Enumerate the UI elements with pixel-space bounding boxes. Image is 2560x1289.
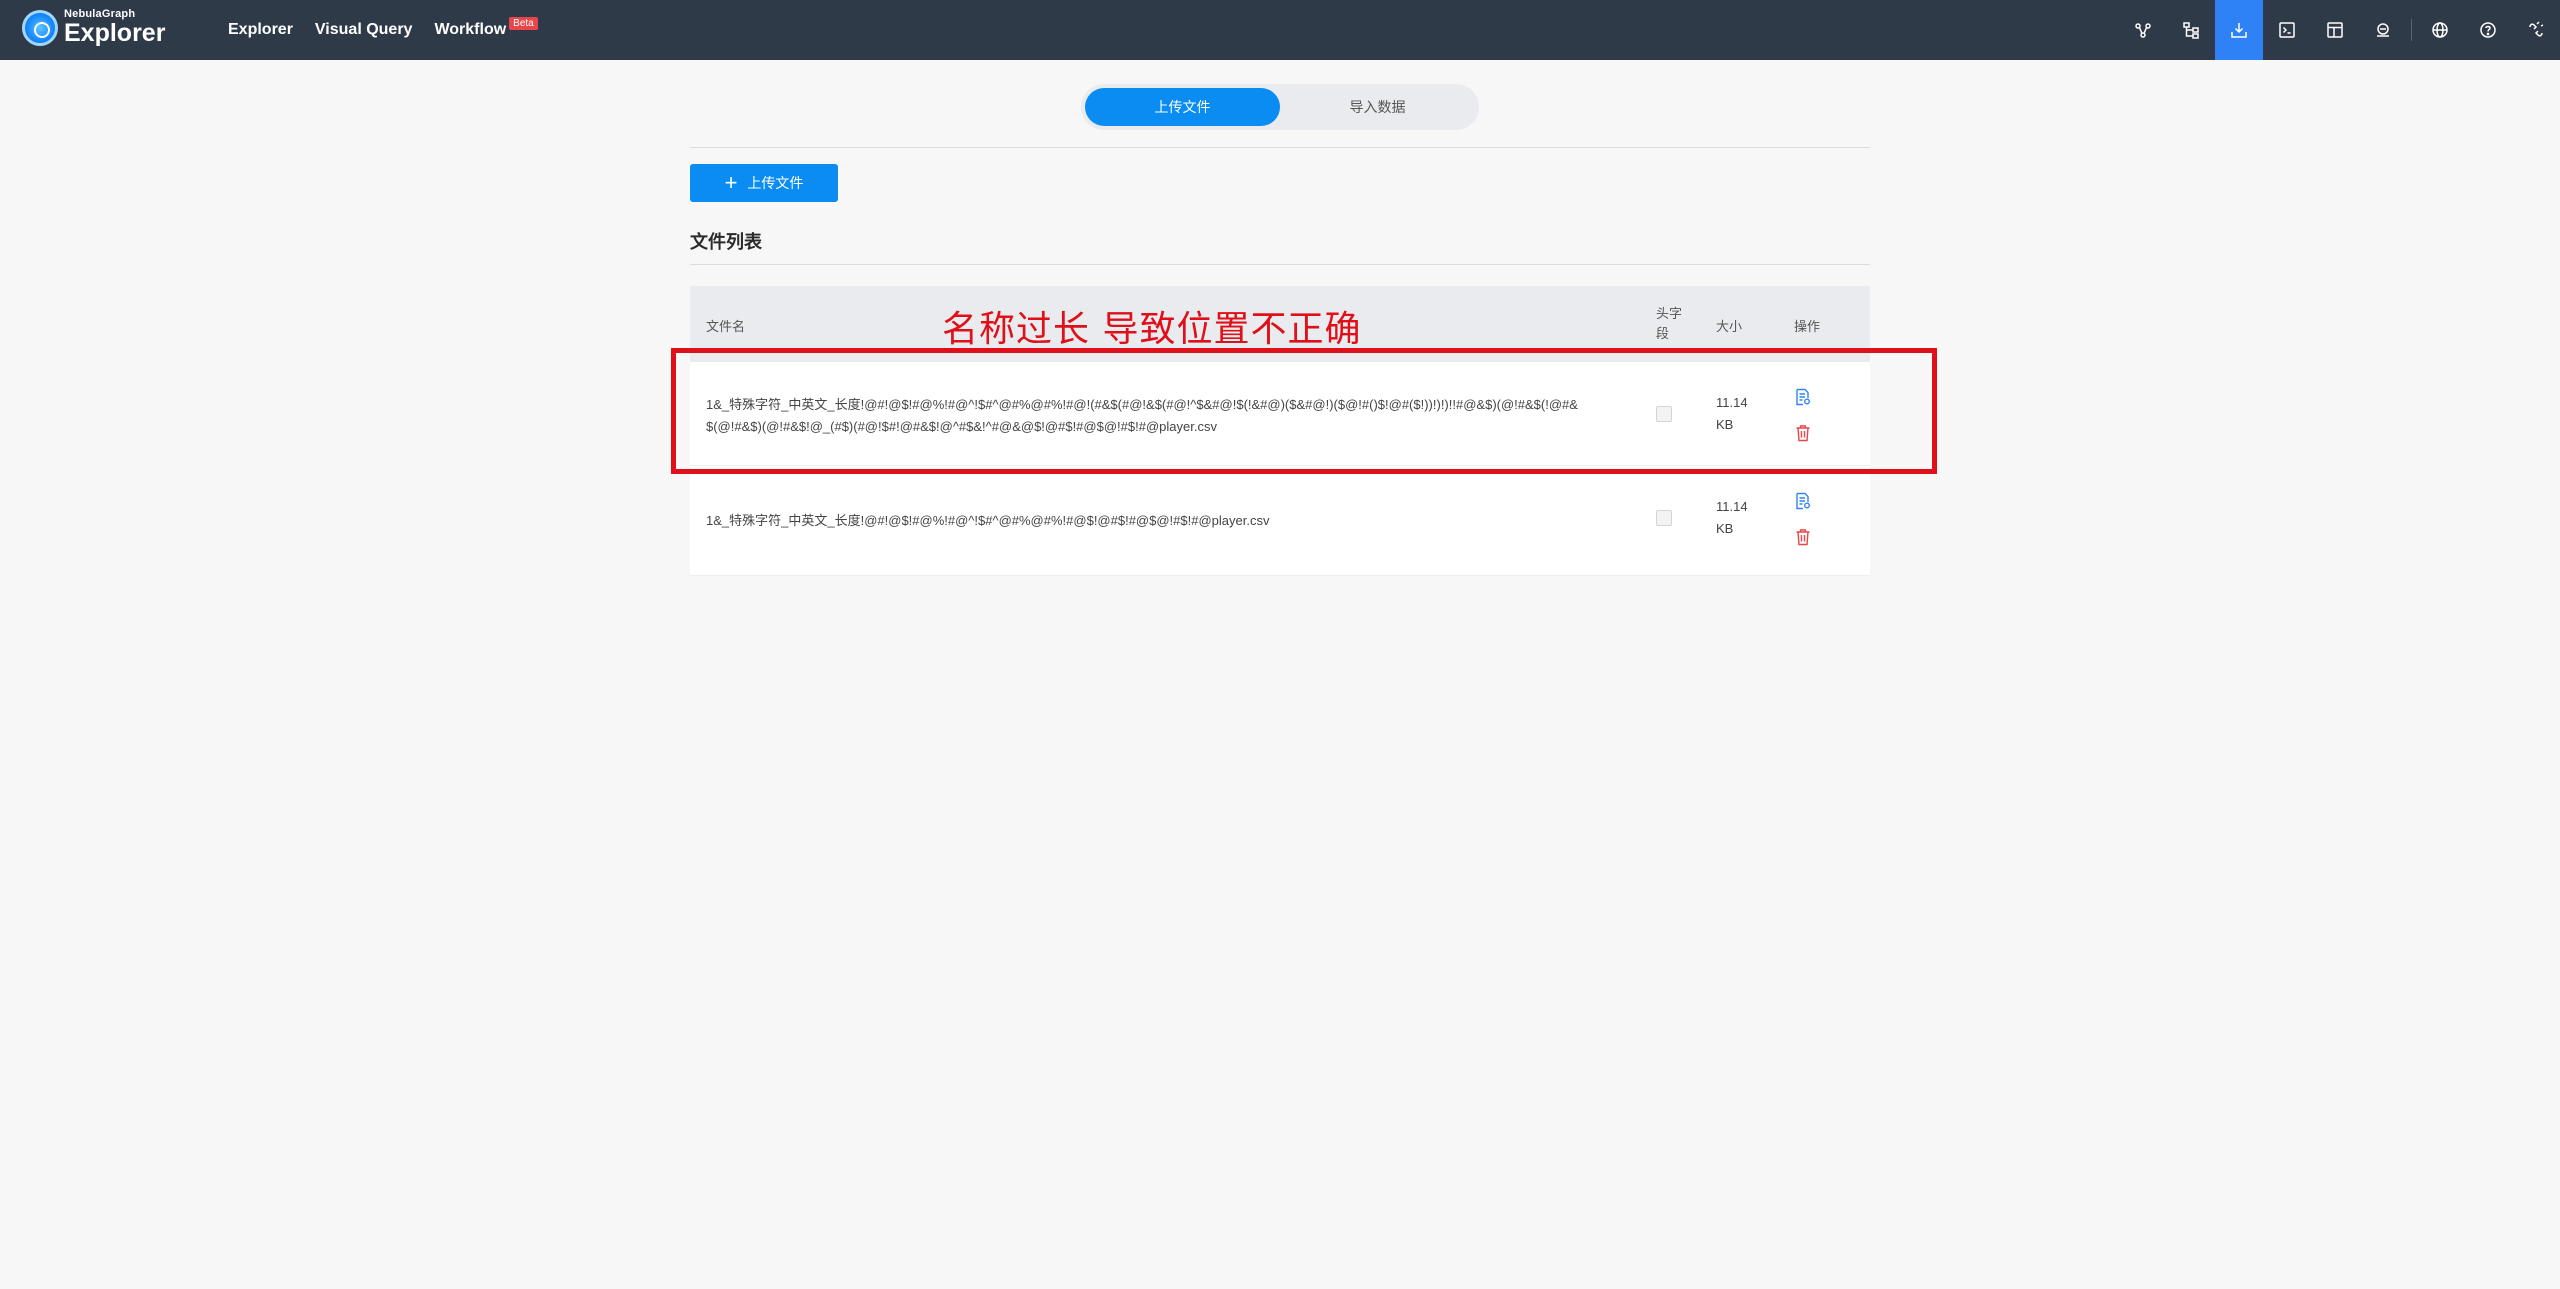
toolbar (2119, 0, 2560, 60)
template-icon[interactable] (2311, 0, 2359, 60)
import-tabs: 上传文件 导入数据 (1081, 84, 1479, 130)
column-header-size: 大小 (1716, 319, 1743, 334)
plus-icon: + (724, 170, 738, 195)
nebula-logo-icon (22, 9, 58, 46)
brand-big-text: Explorer (64, 19, 166, 47)
beta-badge: Beta (509, 17, 538, 30)
sketch-icon[interactable] (2359, 0, 2407, 60)
top-divider (690, 147, 1870, 148)
file-name: 1&_特殊字符_中英文_长度!@#!@$!#@%!#@^!$#^@#%@#%!#… (706, 397, 1578, 434)
tab-upload-file[interactable]: 上传文件 (1085, 88, 1280, 126)
nav-explorer-label: Explorer (228, 21, 293, 38)
tab-import-data[interactable]: 导入数据 (1280, 88, 1475, 126)
delete-file-icon[interactable] (1794, 528, 1812, 546)
file-list-title: 文件列表 (690, 232, 762, 252)
language-icon[interactable] (2416, 0, 2464, 60)
file-table: 文件名 头字段 大小 操作 1&_特殊字符_中英文_长度!@#!@$!#@%!#… (690, 286, 1870, 576)
help-icon[interactable] (2464, 0, 2512, 60)
file-size: 11.14 KB (1716, 395, 1748, 432)
nav-visual-query-label: Visual Query (314, 21, 413, 38)
disconnect-icon[interactable] (2512, 0, 2560, 60)
has-header-checkbox[interactable] (1656, 510, 1672, 526)
has-header-checkbox[interactable] (1656, 406, 1672, 422)
nav-workflow-label: Workflow (434, 21, 507, 38)
nav-explorer[interactable]: Explorer (228, 21, 293, 39)
edit-file-icon[interactable] (1794, 388, 1812, 406)
upload-file-button-label: 上传文件 (747, 175, 804, 191)
edit-file-icon[interactable] (1794, 492, 1812, 510)
main-nav: Explorer Visual Query Workflow Beta (228, 0, 560, 60)
file-list-divider (690, 264, 1870, 265)
brand[interactable]: NebulaGraph Explorer (22, 9, 165, 46)
file-size: 11.14 KB (1716, 499, 1748, 536)
table-row: 1&_特殊字符_中英文_长度!@#!@$!#@%!#@^!$#^@#%@#%!#… (690, 362, 1870, 466)
delete-file-icon[interactable] (1794, 424, 1812, 442)
column-header-has-header: 头字段 (1656, 306, 1683, 341)
table-row: 1&_特殊字符_中英文_长度!@#!@$!#@%!#@^!$#^@#%@#%!#… (690, 466, 1870, 576)
console-icon[interactable] (2263, 0, 2311, 60)
graph-icon[interactable] (2119, 0, 2167, 60)
import-icon[interactable] (2215, 0, 2263, 60)
nav-visual-query[interactable]: Visual Query (315, 21, 413, 39)
column-header-ops: 操作 (1794, 319, 1821, 334)
file-name: 1&_特殊字符_中英文_长度!@#!@$!#@%!#@^!$#^@#%@#%!#… (706, 513, 1270, 528)
upload-file-button[interactable]: + 上传文件 (690, 164, 838, 202)
toolbar-divider (2411, 19, 2412, 41)
column-header-name: 文件名 (706, 319, 746, 334)
top-navigation-bar: NebulaGraph Explorer Explorer Visual Que… (0, 0, 2560, 60)
table-header: 文件名 头字段 大小 操作 (690, 286, 1870, 362)
brand-text: NebulaGraph Explorer (64, 9, 165, 46)
schema-icon[interactable] (2167, 0, 2215, 60)
nav-workflow[interactable]: Workflow Beta (434, 17, 538, 39)
